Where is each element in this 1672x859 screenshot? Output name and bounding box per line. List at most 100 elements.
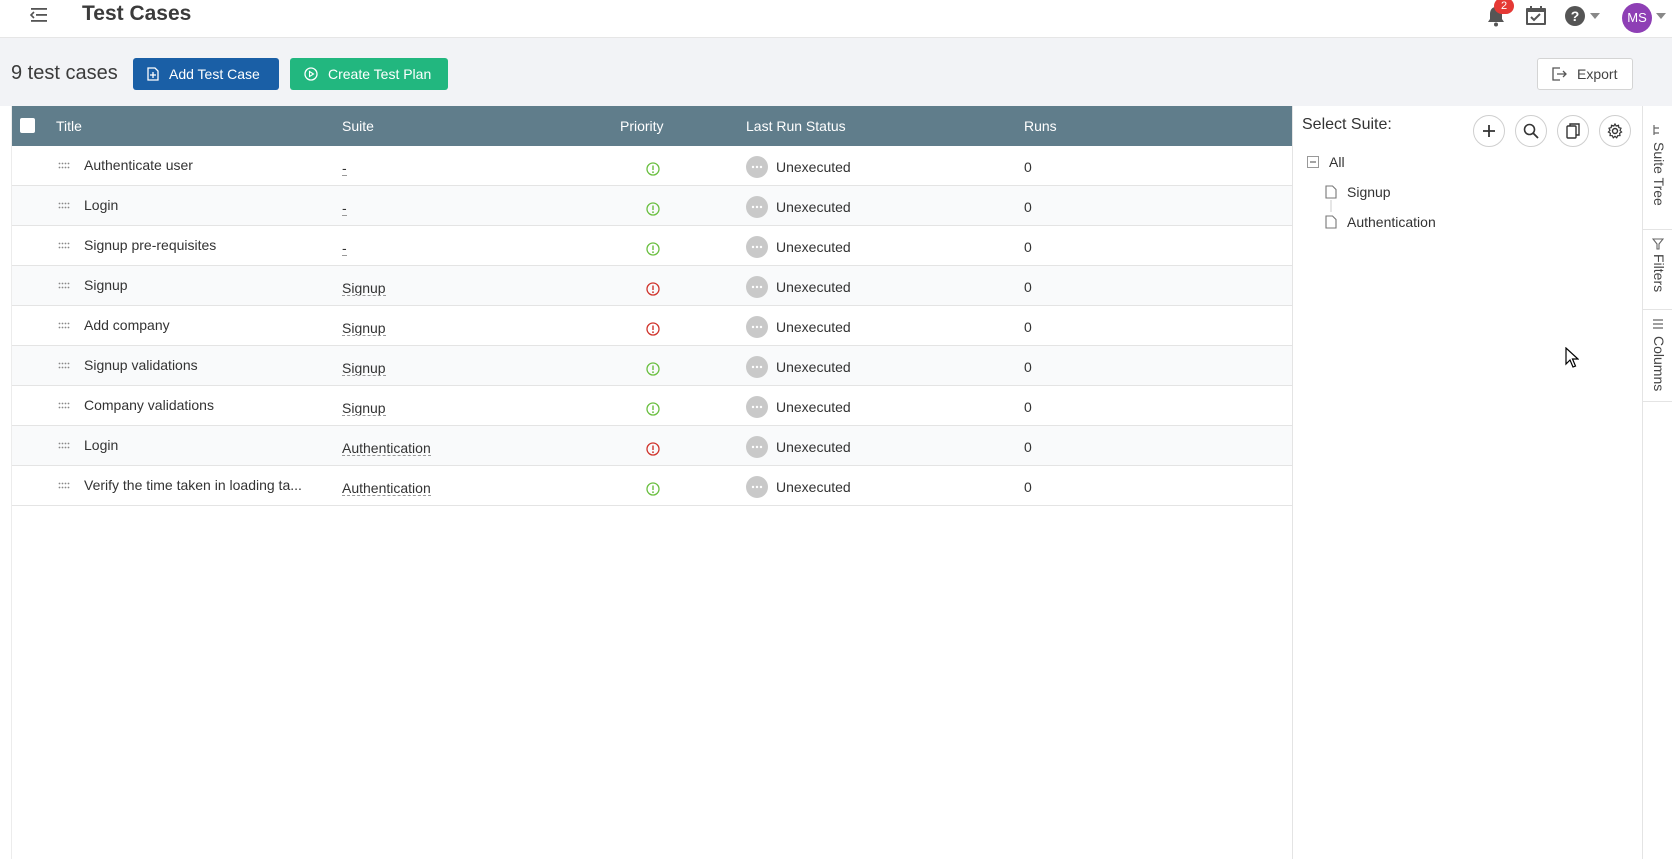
create-test-plan-button[interactable]: Create Test Plan [290,58,448,90]
export-label: Export [1577,66,1618,82]
status-dots-icon [746,196,768,218]
test-case-title[interactable]: Add company [84,317,324,333]
run-count: 0 [1024,319,1032,335]
suite-panel: Select Suite: All Signup Authentication [1292,106,1642,859]
tab-suite-tree[interactable]: Suite Tree [1643,118,1672,230]
drag-handle-icon[interactable] [58,242,70,250]
test-case-title[interactable]: Company validations [84,397,324,413]
column-header-priority[interactable]: Priority [620,118,664,134]
user-avatar[interactable]: MS [1622,3,1652,33]
file-icon [1325,215,1337,229]
test-case-count: 9 test cases [11,62,118,84]
test-case-suite[interactable]: Signup [342,401,386,416]
toolbar: 9 test cases Add Test Case Create Test P… [0,38,1672,106]
test-case-title[interactable]: Verify the time taken in loading ta... [84,477,324,493]
column-header-title[interactable]: Title [56,118,82,134]
test-case-title[interactable]: Login [84,437,324,453]
chevron-down-icon[interactable] [1656,12,1666,20]
tree-icon [1653,125,1659,135]
status-dots-icon [746,276,768,298]
test-case-title[interactable]: Signup pre-requisites [84,237,324,253]
table-row[interactable]: Verify the time taken in loading ta... Au… [12,466,1293,506]
tree-item-signup[interactable]: Signup [1347,184,1391,200]
test-case-suite[interactable]: - [342,241,347,256]
last-run-status: Unexecuted [776,159,851,175]
table-row[interactable]: Signup Signup Unexecuted 0 [12,266,1293,306]
last-run-status: Unexecuted [776,279,851,295]
tree-item-all[interactable]: All [1329,154,1345,170]
status-dots-icon [746,436,768,458]
priority-icon [646,442,660,456]
run-count: 0 [1024,239,1032,255]
help-icon[interactable]: ? [1564,5,1586,27]
add-test-case-button[interactable]: Add Test Case [133,58,279,90]
test-case-suite[interactable]: Authentication [342,441,431,456]
table-row[interactable]: Login - Unexecuted 0 [12,186,1293,226]
status-dots-icon [746,396,768,418]
top-header: Test Cases 2 ? MS [0,0,1672,38]
menu-collapse-icon[interactable] [28,4,50,26]
tab-filters[interactable]: Filters [1643,230,1672,310]
table-row[interactable]: Authenticate user - Unexecuted 0 [12,146,1293,186]
priority-icon [646,242,660,256]
status-dots-icon [746,476,768,498]
column-header-suite[interactable]: Suite [342,118,374,134]
test-case-title[interactable]: Signup [84,277,324,293]
priority-icon [646,162,660,176]
drag-handle-icon[interactable] [58,202,70,210]
suite-settings-button[interactable] [1599,115,1631,147]
status-dots-icon [746,156,768,178]
priority-icon [646,482,660,496]
mouse-cursor-icon [1565,347,1579,368]
column-header-last-run-status[interactable]: Last Run Status [746,118,846,134]
export-button[interactable]: Export [1537,58,1633,90]
test-case-suite[interactable]: Signup [342,321,386,336]
table-row[interactable]: Add company Signup Unexecuted 0 [12,306,1293,346]
tree-item-authentication[interactable]: Authentication [1347,214,1436,230]
drag-handle-icon[interactable] [58,322,70,330]
priority-icon [646,202,660,216]
export-icon [1552,67,1567,81]
test-case-suite[interactable]: - [342,201,347,216]
select-all-checkbox[interactable] [20,118,35,133]
gear-icon [1607,123,1623,139]
table-header: Title Suite Priority Last Run Status Run… [12,106,1293,146]
drag-handle-icon[interactable] [58,282,70,290]
test-cases-table: Title Suite Priority Last Run Status Run… [11,106,1293,859]
test-case-suite[interactable]: Signup [342,281,386,296]
chevron-down-icon[interactable] [1590,12,1600,20]
drag-handle-icon[interactable] [58,362,70,370]
collapse-square-icon[interactable] [1307,156,1319,168]
drag-handle-icon[interactable] [58,482,70,490]
table-row[interactable]: Login Authentication Unexecuted 0 [12,426,1293,466]
calendar-check-icon[interactable] [1524,4,1548,28]
test-case-title[interactable]: Signup validations [84,357,324,373]
table-row[interactable]: Company validations Signup Unexecuted 0 [12,386,1293,426]
test-case-suite[interactable]: - [342,161,347,176]
test-case-title[interactable]: Login [84,197,324,213]
copy-icon [1566,123,1580,139]
add-suite-button[interactable] [1473,115,1505,147]
last-run-status: Unexecuted [776,359,851,375]
test-case-suite[interactable]: Signup [342,361,386,376]
page-title: Test Cases [82,2,192,25]
status-dots-icon [746,316,768,338]
drag-handle-icon[interactable] [58,402,70,410]
table-row[interactable]: Signup pre-requisites - Unexecuted 0 [12,226,1293,266]
run-count: 0 [1024,199,1032,215]
drag-handle-icon[interactable] [58,442,70,450]
tab-columns[interactable]: Columns [1643,310,1672,402]
column-header-runs[interactable]: Runs [1024,118,1057,134]
search-suite-button[interactable] [1515,115,1547,147]
copy-suite-button[interactable] [1557,115,1589,147]
test-case-suite[interactable]: Authentication [342,481,431,496]
test-case-title[interactable]: Authenticate user [84,157,324,173]
tab-filters-label: Filters [1651,254,1667,293]
create-test-plan-label: Create Test Plan [328,66,432,82]
add-test-case-label: Add Test Case [169,66,260,82]
priority-icon [646,322,660,336]
table-row[interactable]: Signup validations Signup Unexecuted 0 [12,346,1293,386]
drag-handle-icon[interactable] [58,162,70,170]
last-run-status: Unexecuted [776,199,851,215]
run-count: 0 [1024,159,1032,175]
